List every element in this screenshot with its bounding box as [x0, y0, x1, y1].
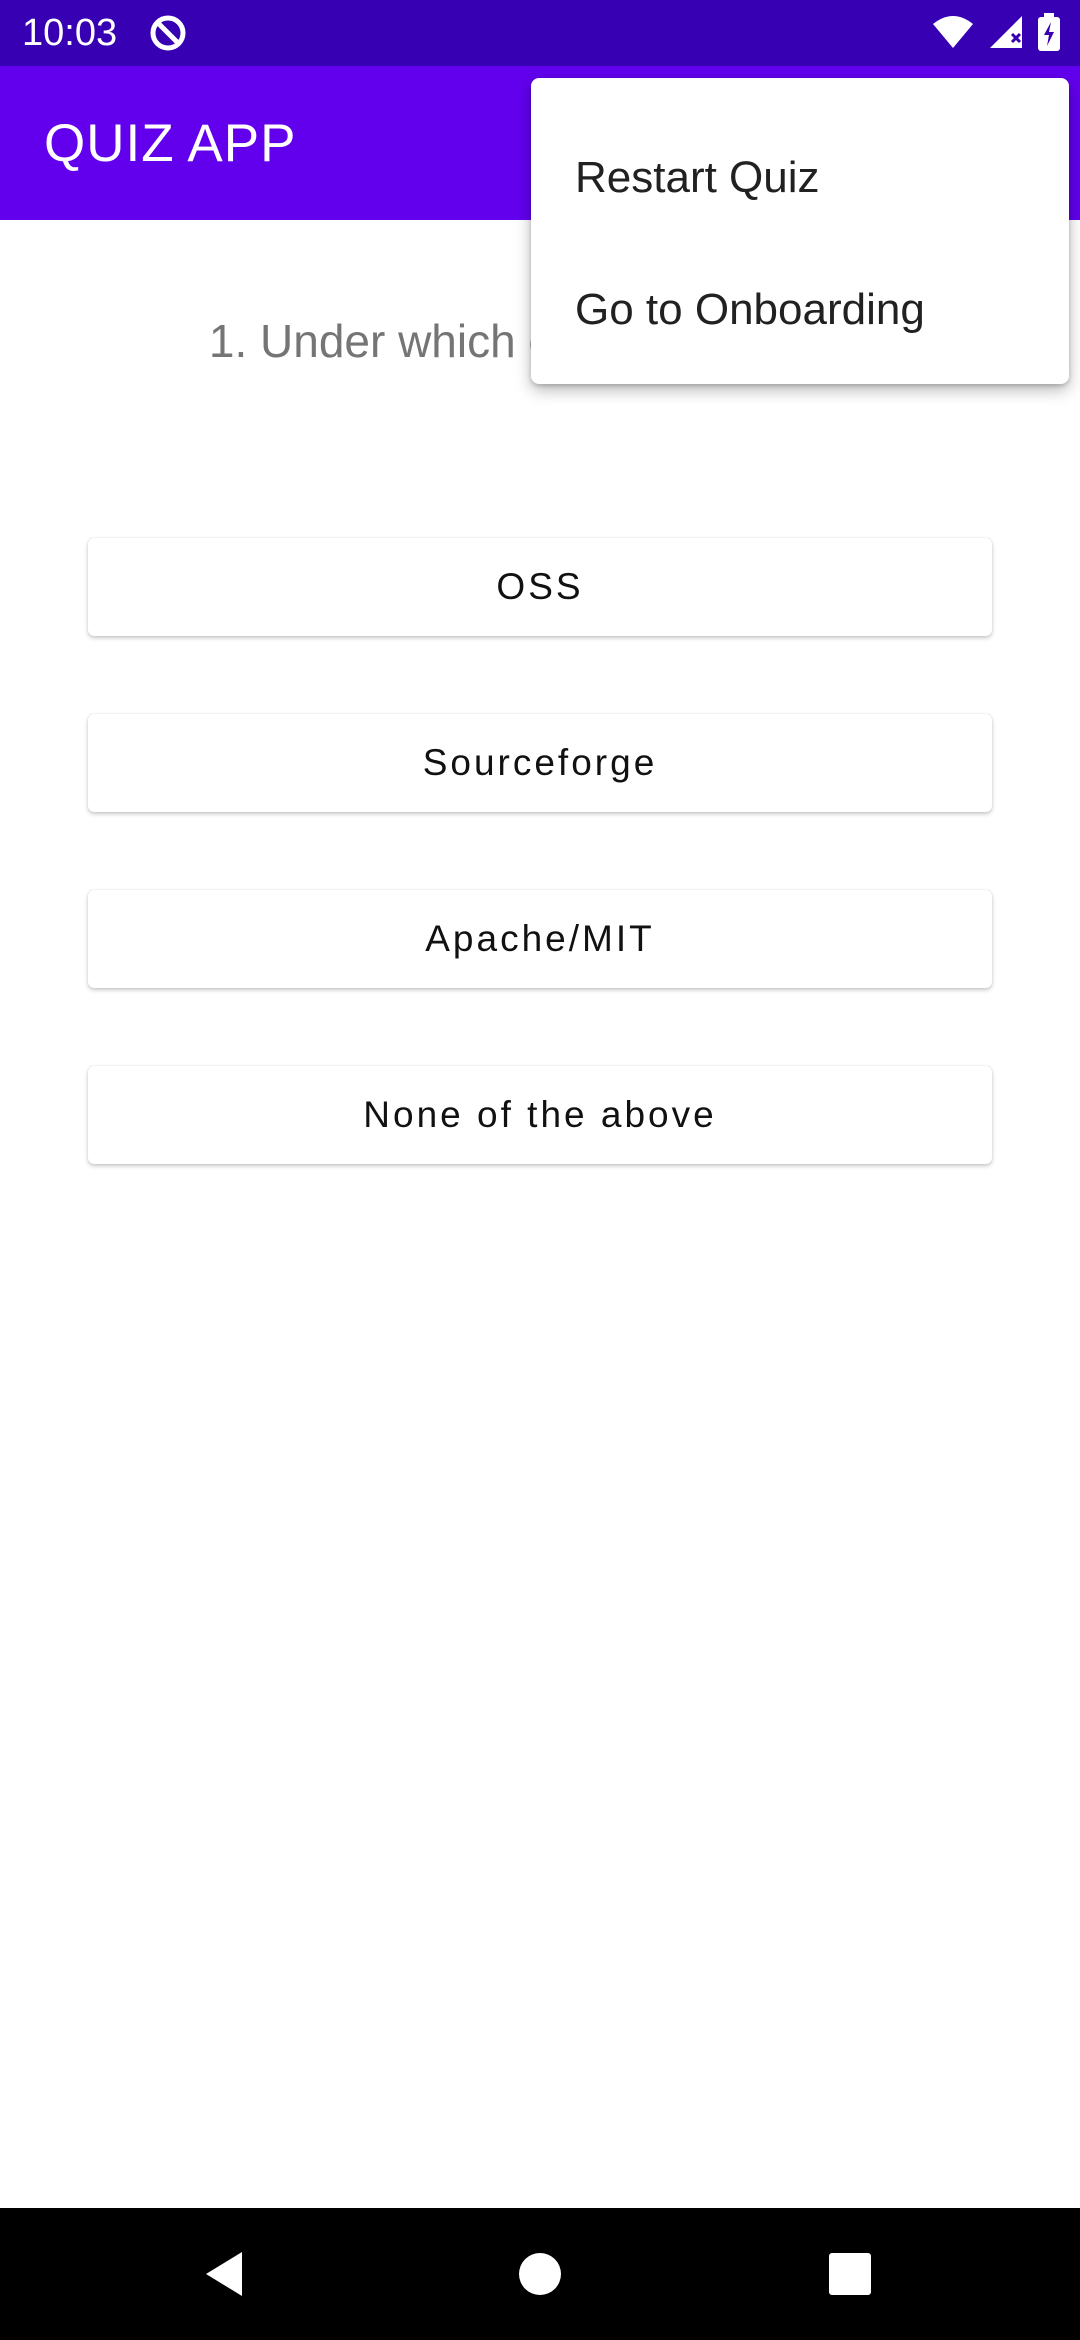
- status-icons: [932, 12, 1060, 56]
- recents-icon[interactable]: [820, 2244, 880, 2304]
- home-icon[interactable]: [510, 2244, 570, 2304]
- answer-button-apache-mit[interactable]: Apache/MIT: [88, 890, 992, 988]
- menu-item-restart-quiz[interactable]: Restart Quiz: [531, 112, 1069, 244]
- app-title: QUIZ APP: [44, 114, 297, 173]
- battery-charging-icon: [1038, 12, 1060, 56]
- cell-signal-icon: [988, 14, 1024, 55]
- wifi-icon: [932, 14, 974, 55]
- answer-button-oss[interactable]: OSS: [88, 538, 992, 636]
- overflow-menu: Restart Quiz Go to Onboarding: [531, 78, 1069, 384]
- status-time: 10:03: [22, 12, 118, 54]
- menu-item-go-to-onboarding[interactable]: Go to Onboarding: [531, 244, 1069, 376]
- back-icon[interactable]: [196, 2244, 256, 2304]
- app-notification-icon: [148, 13, 188, 53]
- navigation-bar: [0, 2208, 1080, 2340]
- answer-button-sourceforge[interactable]: Sourceforge: [88, 714, 992, 812]
- status-bar: 10:03: [0, 0, 1080, 66]
- answer-button-none-of-the-above[interactable]: None of the above: [88, 1066, 992, 1164]
